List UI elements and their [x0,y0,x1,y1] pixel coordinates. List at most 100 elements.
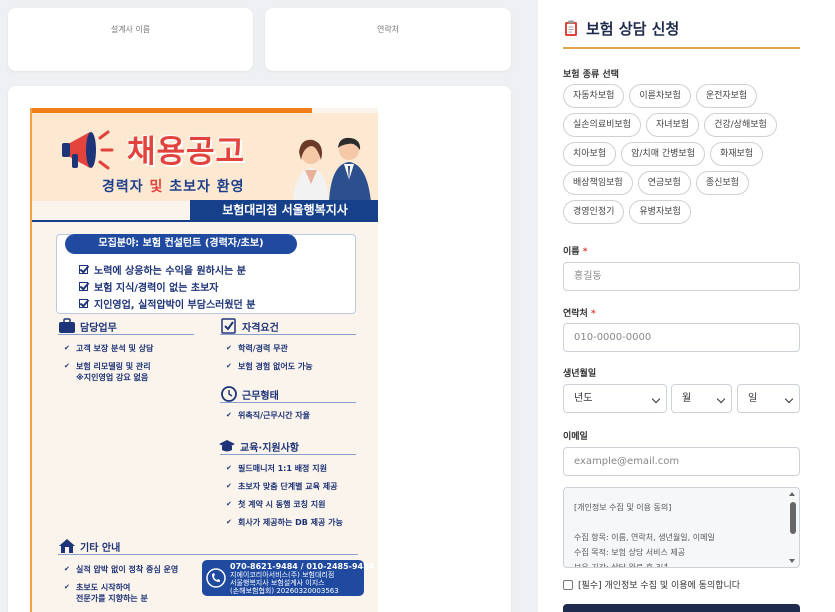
subtitle-and: 및 [149,179,164,195]
work-type-heading: 근무형태 [220,386,279,402]
recruit-field-pill: 모집분야: 보험 컨설턴트 (경력자/초보) [65,234,297,254]
megaphone-icon [62,130,114,170]
contact-card: 연락처 [265,8,511,71]
poster-subtitle: 경력자 및 초보자 환영 [102,176,245,196]
poster-contact-line: 서울행복지사 보험설계사 이지스 [230,579,325,587]
privacy-terms-box[interactable]: [개인정보 수집 및 이용 동의] 수집 항목: 이름, 연락처, 생년월일, … [563,487,800,568]
required-mark: * [590,309,596,319]
recruit-check-text: 지인영업, 실적압박이 부담스러웠던 분 [94,300,256,311]
duty-item: 보험 리모델링 및 관리 ※지인영업 강요 없음 [64,361,153,383]
designer-name-label: 설계사 이름 [110,25,151,34]
privacy-line: 수집 항목: 이름, 연락처, 생년월일, 이메일 [574,533,715,542]
insurance-type-option[interactable]: 이륜차보험 [629,84,691,108]
phone-input[interactable]: 010-0000-0000 [563,323,800,352]
required-mark: * [582,247,588,257]
clipboard-icon [565,20,577,36]
house-icon [59,539,75,553]
insurance-type-option[interactable]: 암/치매 간병보험 [621,142,705,166]
clock-icon [221,386,237,402]
insurance-type-option[interactable]: 화재보험 [709,142,764,166]
duty-divider [58,334,194,335]
education-heading-text: 교육·지원사항 [240,442,299,454]
email-input[interactable]: example@email.com [563,447,800,476]
title-divider [563,47,800,49]
recruit-check-text: 노력에 상응하는 수익을 원하시는 분 [94,266,246,277]
privacy-heading: [개인정보 수집 및 이용 동의] [574,503,672,512]
education-divider [220,454,356,455]
poster-contact-text: 070-8621-9484 / 010-2485-9484 지에이코리아서비스(… [230,562,375,596]
education-heading: 교육·지원사항 [218,438,299,454]
birth-year-select[interactable]: 년도 [563,384,667,413]
agency-divider [32,220,378,222]
insurance-type-option[interactable]: 경영인정기 [563,200,625,224]
recruit-check-item: 보험 지식/경력이 없는 초보자 [79,278,255,295]
recruitment-poster: 채용공고 경력자 및 초보자 환영 보험대리점 서울행복지사 모집분야: 보험 … [30,108,378,612]
duty-item-text: 보험 리모델링 및 관리 [76,362,151,371]
phone-icon [206,568,226,588]
privacy-line: 보유 기간: 상담 완료 후 3년 [574,563,669,568]
recruit-check-item: 노력에 상응하는 수익을 원하시는 분 [79,261,255,278]
phone-label-text: 연락처 [563,309,588,319]
insurance-type-option[interactable]: 자녀보험 [645,113,700,137]
work-type-divider [220,402,356,403]
insurance-type-option[interactable]: 치아보험 [563,142,617,166]
insurance-type-option[interactable]: 연금보험 [637,171,691,195]
email-label: 이메일 [563,432,588,442]
other-info-item: 초보도 시작하여전문가를 지향하는 분 [64,582,178,604]
education-item: 회사가 제공하는 DB 제공 가능 [226,517,343,528]
insurance-type-option[interactable]: 실손의료비보험 [563,113,641,137]
privacy-terms-text: [개인정보 수집 및 이용 동의] 수집 항목: 이름, 연락처, 생년월일, … [574,500,715,568]
qualification-heading: 자격요건 [220,318,279,334]
subtitle-beginner: 초보자 환영 [169,179,245,195]
birth-month-select[interactable]: 월 [671,384,732,413]
insurance-type-option[interactable]: 운전자보험 [695,84,758,108]
name-input[interactable]: 홍길동 [563,262,800,291]
work-type-item: 위촉직/근무시간 자율 [226,410,310,421]
insurance-type-option[interactable]: 자동차보험 [563,84,625,108]
insurance-type-option[interactable]: 배상책임보험 [563,171,633,195]
other-info-list: 실적 압박 없이 정착 중심 운영 초보도 시작하여전문가를 지향하는 분 [64,564,178,611]
duty-heading-text: 담당업무 [80,322,117,334]
privacy-scrollbar-thumb[interactable] [790,502,796,534]
work-type-list: 위촉직/근무시간 자율 [226,410,310,428]
agency-banner: 보험대리점 서울행복지사 [190,200,378,220]
consultants-illustration [293,137,371,202]
poster-contact-line: 지에이코리아서비스(주) 보험대리점 [230,571,335,579]
privacy-line: 수집 목적: 보험 상담 서비스 제공 [574,548,686,557]
education-list: 필드매니저 1:1 배정 지원 초보자 맞춤 단계별 교육 제공 첫 계약 시 … [226,463,343,535]
other-info-heading: 기타 안내 [58,538,120,554]
checkbox-icon [79,299,88,308]
duty-list: 고객 보장 분석 및 상담 보험 리모델링 및 관리 ※지인영업 강요 없음 [64,343,153,390]
other-info-item: 실적 압박 없이 정착 중심 운영 [64,564,178,575]
duty-item: 고객 보장 분석 및 상담 [64,343,153,354]
duty-heading: 담당업무 [58,318,117,334]
other-info-text: 초보도 시작하여 [76,583,131,592]
scroll-up-arrow-icon[interactable] [789,492,795,496]
privacy-agree-label: [필수] 개인정보 수집 및 이용에 동의합니다 [578,581,741,591]
privacy-agree-row[interactable]: [필수] 개인정보 수집 및 이용에 동의합니다 [563,578,740,591]
name-label-text: 이름 [563,247,580,257]
qualification-list: 학력/경력 무관 보험 경험 없어도 가능 [226,343,313,379]
subtitle-experienced: 경력자 [102,179,144,195]
other-info-divider [58,554,358,555]
name-label: 이름 * [563,244,587,257]
submit-button[interactable] [563,604,800,612]
checkbox-icon [79,282,88,291]
education-item: 첫 계약 시 동행 코칭 지원 [226,499,343,510]
privacy-agree-checkbox[interactable] [563,579,573,590]
insurance-type-option[interactable]: 유병자보험 [629,200,691,224]
poster-phone-numbers: 070-8621-9484 / 010-2485-9484 [230,562,375,571]
insurance-type-option[interactable]: 건강/상해보험 [704,113,777,137]
form-title-text: 보험 상담 신청 [586,20,680,38]
scroll-down-arrow-icon[interactable] [789,559,795,563]
phone-label: 연락처 * [563,306,596,319]
insurance-type-option[interactable]: 종신보험 [695,171,749,195]
checkbox-icon [79,265,88,274]
privacy-line [574,515,715,530]
recruit-check-list: 노력에 상응하는 수익을 원하시는 분 보험 지식/경력이 없는 초보자 지인영… [79,261,255,312]
poster-contact-line: (손해보험협회) 20260320003563 [230,587,339,595]
birthdate-label: 생년월일 [563,369,597,379]
education-item: 필드매니저 1:1 배정 지원 [226,463,343,474]
birth-day-select[interactable]: 일 [737,384,800,413]
insurance-type-label: 보험 종류 선택 [563,70,619,80]
